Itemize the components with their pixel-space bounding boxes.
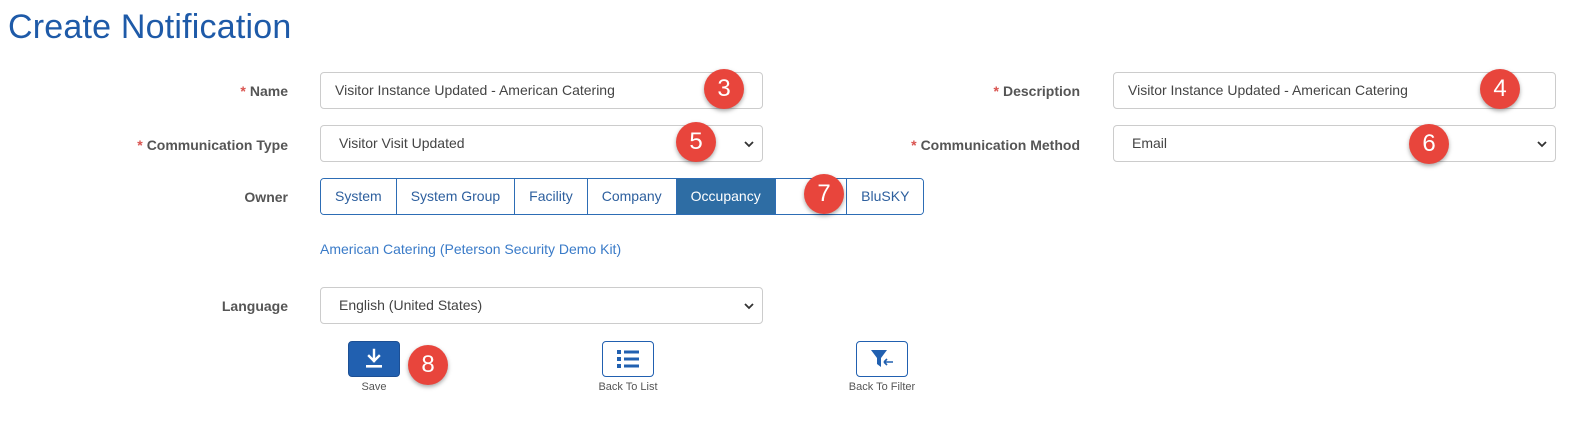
owner-option-occupancy[interactable]: Occupancy [676, 179, 776, 214]
communication-method-value: Email [1132, 135, 1168, 151]
name-input[interactable]: Visitor Instance Updated - American Cate… [320, 72, 763, 109]
callout-badge-8: 8 [408, 345, 448, 385]
back-to-filter-action[interactable]: Back To Filter [840, 341, 924, 393]
back-to-list-action[interactable]: Back To List [588, 341, 668, 393]
chevron-down-icon [744, 141, 754, 148]
owner-option-system[interactable]: System [321, 179, 397, 214]
callout-badge-5: 5 [676, 122, 716, 162]
required-mark: * [137, 137, 143, 153]
owner-label: Owner [244, 189, 288, 205]
owner-option-blusky[interactable]: BluSKY [847, 179, 924, 214]
back-to-list-button[interactable] [602, 341, 654, 377]
communication-type-value: Visitor Visit Updated [339, 135, 465, 151]
list-icon [617, 350, 639, 368]
language-value: English (United States) [339, 297, 483, 313]
name-label: * Name [240, 83, 288, 99]
owner-option-system-group[interactable]: System Group [396, 179, 516, 214]
chevron-down-icon [744, 303, 754, 310]
communication-method-label: * Communication Method [911, 137, 1080, 153]
language-select[interactable]: English (United States) [320, 287, 763, 324]
back-to-filter-label: Back To Filter [848, 381, 916, 393]
back-to-filter-button[interactable] [856, 341, 908, 377]
communication-type-label: * Communication Type [137, 137, 288, 153]
chevron-down-icon [1537, 141, 1547, 148]
save-action[interactable]: Save [347, 341, 401, 393]
page-title: Create Notification [8, 8, 292, 46]
language-label: Language [221, 298, 288, 314]
owner-entity-link[interactable]: American Catering (Peterson Security Dem… [320, 241, 621, 257]
required-mark: * [240, 83, 246, 99]
save-label: Save [361, 381, 387, 393]
callout-badge-6: 6 [1409, 124, 1449, 164]
required-mark: * [993, 83, 999, 99]
callout-badge-4: 4 [1480, 69, 1520, 109]
communication-method-select[interactable]: Email [1113, 125, 1556, 162]
back-to-list-label: Back To List [598, 381, 658, 393]
owner-option-facility[interactable]: Facility [515, 179, 588, 214]
owner-option-company[interactable]: Company [587, 179, 677, 214]
filter-back-icon [871, 350, 893, 367]
callout-badge-7: 7 [804, 174, 844, 214]
callout-badge-3: 3 [704, 69, 744, 109]
required-mark: * [911, 137, 917, 153]
description-label: * Description [993, 83, 1080, 99]
download-icon [366, 348, 382, 368]
save-button[interactable] [348, 341, 400, 377]
